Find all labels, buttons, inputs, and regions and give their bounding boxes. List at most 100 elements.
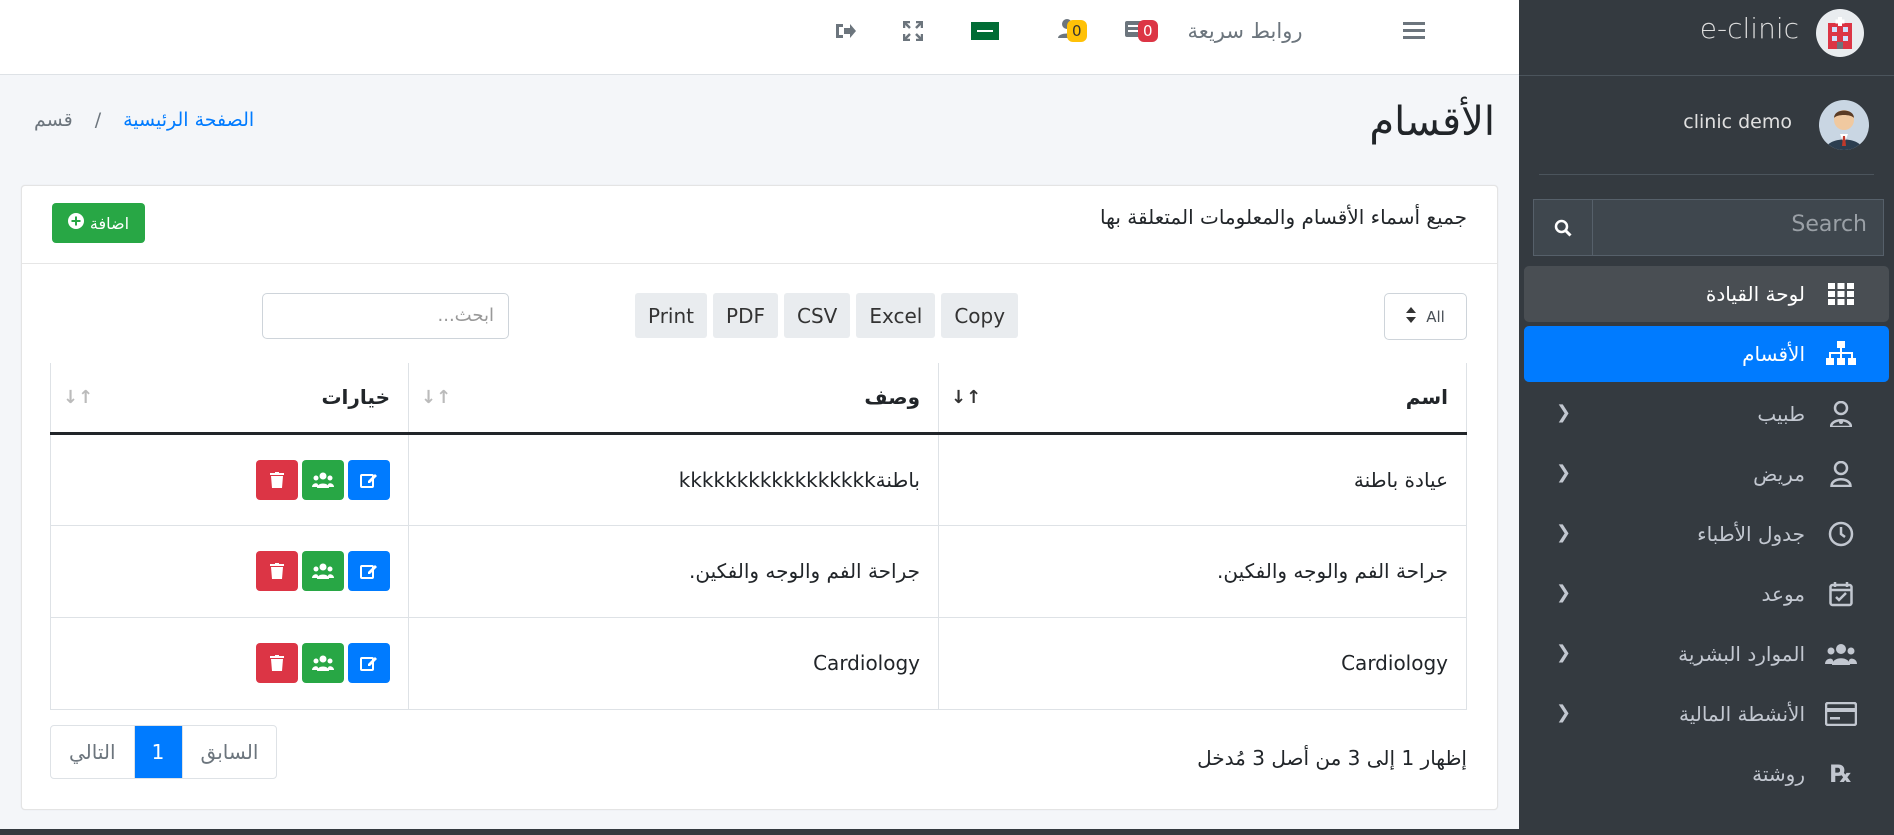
user-panel[interactable]: clinic demo (1539, 97, 1874, 175)
chevron-left-icon: ❮ (1556, 522, 1572, 543)
column-header-options[interactable]: خيارات ↑↓ (50, 363, 409, 435)
notifications-button[interactable]: 0 (1110, 0, 1160, 62)
cell-actions (50, 432, 409, 525)
breadcrumb-separator: / (94, 109, 102, 131)
sidebar-item-finance[interactable]: الأنشطة المالية ❮ (1524, 686, 1889, 742)
sidebar-item-label: جدول الأطباء (1697, 522, 1805, 546)
hospital-logo-icon (1816, 9, 1864, 57)
cell-name: جراحة الفم والوجه والفكين. (938, 524, 1467, 617)
sort-updown-icon (1406, 306, 1417, 327)
notification-count-badge: 0 (1138, 20, 1158, 42)
sidebar-item-prescription[interactable]: ℞ روشتة (1524, 746, 1889, 802)
column-header-desc[interactable]: وصف ↑↓ (408, 363, 939, 435)
doctors-button[interactable] (302, 643, 344, 683)
csv-button[interactable]: CSV (783, 293, 851, 338)
users-button[interactable]: 0 (1042, 0, 1092, 62)
sidebar-item-patient[interactable]: مريض ❮ (1524, 446, 1889, 502)
clock-icon (1821, 514, 1861, 554)
doctor-icon (1821, 394, 1861, 434)
export-buttons: Print PDF CSV Excel Copy (635, 293, 1019, 338)
table-row: جراحة الفم والوجه والفكين. جراحة الفم وا… (50, 524, 1467, 617)
edit-button[interactable] (348, 643, 390, 683)
users-icon (312, 472, 334, 488)
breadcrumb: الصفحة الرئيسية / قسم (34, 109, 254, 131)
edit-icon (360, 473, 377, 488)
add-button-label: اضافة (89, 213, 130, 233)
sidebar-item-departments[interactable]: الأقسام (1524, 326, 1889, 382)
card-header: جميع أسماء الأقسام والمعلومات المتعلقة ب… (22, 186, 1497, 264)
sidebar-item-doctor-schedule[interactable]: جدول الأطباء ❮ (1524, 506, 1889, 562)
cell-name: عيادة باطنة (938, 432, 1467, 525)
users-icon (1821, 634, 1861, 674)
sidebar-item-label: موعد (1761, 582, 1805, 606)
doctors-button[interactable] (302, 551, 344, 591)
search-icon (1554, 219, 1572, 237)
pdf-button[interactable]: PDF (713, 293, 778, 338)
page-1-button[interactable]: 1 (134, 726, 183, 778)
avatar (1819, 100, 1869, 150)
plus-circle-icon (67, 213, 84, 233)
add-department-button[interactable]: اضافة (52, 203, 145, 243)
users-icon (312, 655, 334, 671)
sort-icon: ↑↓ (421, 387, 452, 408)
edit-icon (360, 657, 377, 671)
edit-button[interactable] (348, 551, 390, 591)
cell-desc: باطنةkkkkkkkkkkkkkkkkk (408, 432, 939, 525)
page-title: الأقسام (1369, 99, 1495, 145)
users-icon (312, 563, 334, 579)
chevron-left-icon: ❮ (1556, 702, 1572, 723)
card-title: جميع أسماء الأقسام والمعلومات المتعلقة ب… (1100, 205, 1467, 229)
delete-button[interactable] (256, 551, 298, 591)
breadcrumb-home-link[interactable]: الصفحة الرئيسية (123, 109, 254, 131)
chevron-left-icon: ❮ (1556, 642, 1572, 663)
chevron-left-icon: ❮ (1556, 582, 1572, 603)
credit-card-icon (1821, 694, 1861, 734)
table-search-input[interactable]: ابحث... (262, 293, 509, 339)
sitemap-icon (1821, 334, 1861, 374)
excel-button[interactable]: Excel (856, 293, 936, 338)
sidebar-item-doctor[interactable]: طبيب ❮ (1524, 386, 1889, 442)
quick-links[interactable]: روابط سريعة (1180, 0, 1310, 62)
sidebar-item-label: الأنشطة المالية (1678, 702, 1805, 726)
print-button[interactable]: Print (635, 293, 708, 338)
edit-button[interactable] (348, 459, 390, 500)
prev-page-button[interactable]: السابق (183, 726, 277, 778)
doctors-button[interactable] (302, 459, 344, 500)
logout-icon[interactable] (825, 0, 865, 62)
departments-table: اسم ↑↓ وصف ↑↓ خيارات ↑↓ عيادة باطنة باطنةkk… (50, 363, 1467, 710)
delete-button[interactable] (256, 643, 298, 683)
content-header: الأقسام الصفحة الرئيسية / قسم (0, 95, 1519, 155)
sidebar-item-appointment[interactable]: موعد ❮ (1524, 566, 1889, 622)
menu-toggle-icon[interactable] (1394, 0, 1434, 62)
table-row: Cardiology Cardiology (50, 616, 1467, 709)
fullscreen-icon[interactable] (893, 0, 933, 62)
main-area: روابط سريعة 0 0 الأقسام الصفحة الرئيسية … (0, 0, 1519, 829)
cell-desc: جراحة الفم والوجه والفكين. (408, 524, 939, 617)
brand-link[interactable]: e-clinic (1519, 0, 1894, 76)
sidebar-item-hr[interactable]: الموارد البشرية ❮ (1524, 626, 1889, 682)
sidebar-search-input[interactable]: Search (1593, 199, 1884, 256)
calendar-check-icon (1821, 574, 1861, 614)
column-desc-label: وصف (864, 385, 920, 410)
chevron-left-icon: ❮ (1556, 402, 1572, 423)
cell-name: Cardiology (938, 616, 1467, 709)
next-page-button[interactable]: التالي (51, 726, 135, 778)
column-options-label: خيارات (321, 385, 390, 410)
sidebar-item-dashboard[interactable]: لوحة القيادة (1524, 266, 1889, 322)
trash-icon (270, 563, 284, 579)
chevron-left-icon: ❮ (1556, 462, 1572, 483)
cell-actions (50, 616, 409, 709)
delete-button[interactable] (256, 459, 298, 500)
sidebar-search: Search (1533, 199, 1884, 256)
search-button[interactable] (1533, 199, 1593, 256)
column-header-name[interactable]: اسم ↑↓ (938, 363, 1467, 435)
departments-card: جميع أسماء الأقسام والمعلومات المتعلقة ب… (21, 185, 1498, 810)
grid-icon (1821, 274, 1861, 314)
page-length-select[interactable]: All (1384, 293, 1467, 340)
user-name: clinic demo (1683, 111, 1792, 133)
saudi-flag-icon[interactable] (965, 0, 1005, 62)
copy-button[interactable]: Copy (941, 293, 1019, 338)
pagination: التالي 1 السابق (50, 725, 278, 779)
prescription-icon: ℞ (1830, 760, 1852, 788)
sort-icon: ↑↓ (951, 387, 982, 408)
